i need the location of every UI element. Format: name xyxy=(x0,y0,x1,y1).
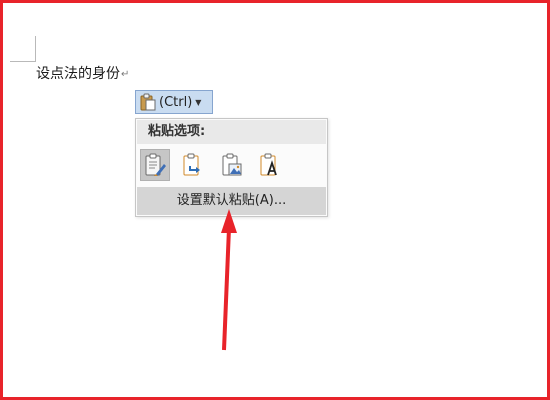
keep-text-only-option[interactable] xyxy=(255,149,285,181)
document-text-content: 设点法的身份 xyxy=(36,66,120,82)
paste-options-menu: 粘贴选项: 设置默认粘贴(A)... xyxy=(135,118,328,217)
set-default-paste-menu-item[interactable]: 设置默认粘贴(A)... xyxy=(137,187,326,215)
paste-picture-option[interactable] xyxy=(217,149,247,181)
paste-options-header: 粘贴选项: xyxy=(137,120,326,144)
keep-source-formatting-icon xyxy=(145,153,166,176)
keep-text-only-icon xyxy=(260,153,277,176)
keep-source-formatting-option[interactable] xyxy=(140,149,170,181)
merge-formatting-option[interactable] xyxy=(178,149,208,181)
merge-formatting-icon xyxy=(183,153,200,176)
clipboard-icon xyxy=(140,93,156,111)
dropdown-arrow-icon: ▼ xyxy=(195,97,202,107)
paste-picture-icon xyxy=(222,153,242,176)
paste-options-label: (Ctrl) xyxy=(159,94,193,110)
page-margin-mark xyxy=(10,36,36,62)
paragraph-mark: ↵ xyxy=(121,69,130,80)
paste-options-button[interactable]: (Ctrl) ▼ xyxy=(135,90,213,114)
document-text[interactable]: 设点法的身份↵ xyxy=(36,65,129,84)
